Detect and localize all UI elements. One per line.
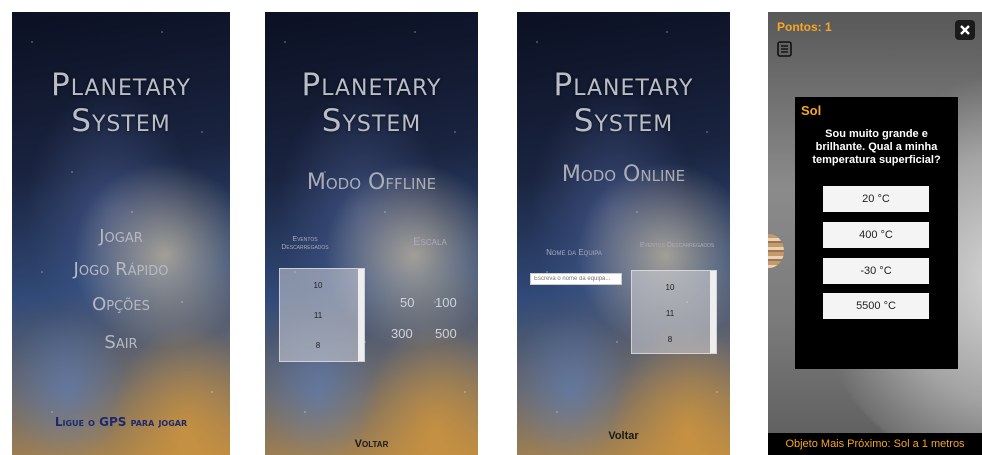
quick-game-button[interactable]: Jogo Rápido: [12, 259, 230, 280]
list-item[interactable]: 11: [280, 311, 356, 320]
events-label: Eventos Descarregados: [281, 236, 329, 252]
list-item[interactable]: 10: [280, 281, 356, 290]
list-item[interactable]: 8: [632, 335, 708, 344]
mode-subtitle: Modo Offline: [306, 170, 437, 195]
events-list[interactable]: 10 11 8: [279, 268, 365, 362]
scale-label: Escala: [413, 236, 447, 248]
back-button[interactable]: Voltar: [517, 430, 730, 442]
quiz-question: Sou muito grande e brilhante. Qual a min…: [812, 128, 941, 166]
team-name-input[interactable]: [530, 273, 622, 285]
answer-button[interactable]: 5500 °C: [823, 293, 929, 319]
quiz-title: Sol: [801, 103, 822, 118]
list-item[interactable]: 8: [280, 341, 356, 350]
team-name-label: Nome da Equipa: [546, 248, 602, 257]
gps-notice: Ligue o GPS para jogar: [54, 415, 188, 429]
scrollbar[interactable]: [710, 271, 716, 353]
main-menu-screen: Planetary System Jogar Jogo Rápido Opçõe…: [12, 12, 230, 455]
back-button[interactable]: Voltar: [265, 438, 478, 450]
answer-button[interactable]: 20 °C: [823, 186, 929, 212]
answer-button[interactable]: -30 °C: [823, 258, 929, 284]
nearest-object-bar: Objeto Mais Próximo: Sol a 1 metros: [768, 433, 982, 455]
online-mode-screen: Planetary System Modo Online Nome da Equ…: [517, 12, 730, 455]
scrollbar[interactable]: [358, 269, 364, 361]
list-item[interactable]: 11: [632, 309, 708, 318]
scale-option[interactable]: 50: [400, 295, 414, 310]
scale-option[interactable]: 100: [435, 295, 457, 310]
play-button[interactable]: Jogar: [12, 226, 230, 247]
scale-option[interactable]: 300: [391, 326, 413, 341]
app-title: Planetary System: [301, 67, 442, 139]
events-list[interactable]: 10 11 8: [631, 270, 717, 354]
options-button[interactable]: Opções: [12, 294, 230, 315]
jupiter-planet: [768, 234, 784, 268]
answer-button[interactable]: 400 °C: [823, 222, 929, 248]
mode-subtitle: Modo Online: [561, 162, 686, 187]
scale-option[interactable]: 500: [435, 326, 457, 341]
game-screen: Pontos: 1 Sol Sou muito grande e brilhan…: [768, 12, 982, 455]
events-label: Eventos Descarregados: [639, 242, 715, 249]
close-icon[interactable]: [955, 20, 975, 40]
quiz-dialog: Sol Sou muito grande e brilhante. Qual a…: [795, 97, 958, 369]
list-item[interactable]: 10: [632, 283, 708, 292]
list-icon[interactable]: [776, 40, 794, 58]
app-title: Planetary System: [553, 67, 694, 139]
exit-button[interactable]: Sair: [12, 332, 230, 353]
offline-mode-screen: Planetary System Modo Offline Eventos De…: [265, 12, 478, 455]
points-counter: Pontos: 1: [777, 20, 832, 34]
app-title: Planetary System: [51, 67, 191, 139]
